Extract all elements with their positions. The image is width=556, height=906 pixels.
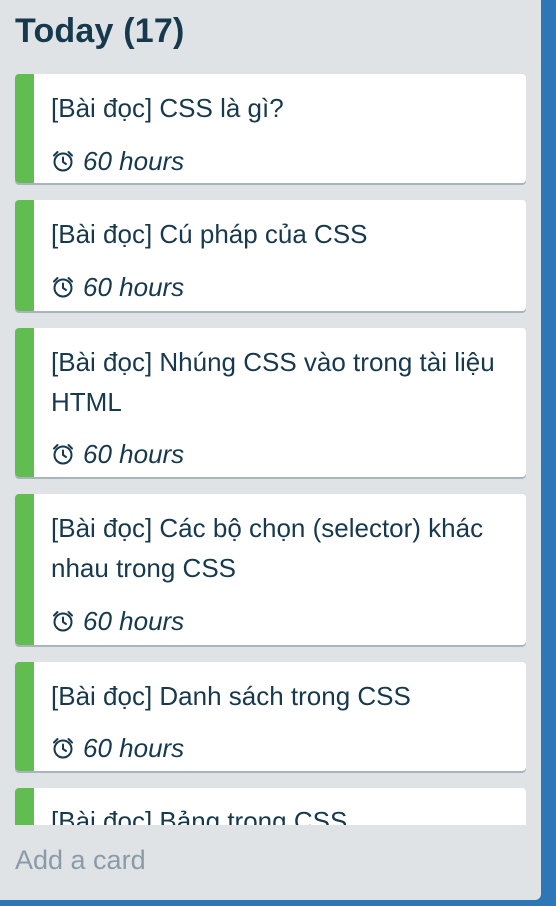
card-title: [Bài đọc] Bảng trong CSS [51, 806, 348, 825]
alarm-clock-icon [53, 277, 73, 298]
due-badge-text: 60 hours [83, 145, 185, 176]
alarm-clock-icon [53, 738, 73, 759]
due-badge-text: 60 hours [83, 732, 185, 763]
due-badge-text: 60 hours [83, 438, 185, 469]
card-label-green [15, 494, 34, 645]
board-background [541, 0, 556, 906]
card-title: [Bài đọc] Danh sách trong CSS [51, 681, 411, 711]
card-label-green [15, 74, 34, 183]
card-title: [Bài đọc] CSS là gì? [51, 93, 284, 123]
alarm-clock-icon [53, 611, 73, 632]
alarm-clock-icon [53, 151, 73, 172]
add-card-button[interactable]: Add a card [15, 845, 146, 876]
card-container[interactable]: [Bài đọc] CSS là gì? 60 hours [Bài đọc] … [15, 74, 526, 825]
card-title: [Bài đọc] Cú pháp của CSS [51, 219, 368, 249]
card-list-today: Today (17) [Bài đọc] CSS là gì? 60 hours… [0, 0, 541, 900]
due-badge: 60 hours [51, 732, 184, 764]
card-label-green [15, 788, 34, 825]
due-badge-text: 60 hours [83, 605, 185, 636]
card-title: [Bài đọc] Các bộ chọn (selector) khác nh… [51, 513, 484, 583]
due-badge: 60 hours [51, 271, 184, 303]
card-title: [Bài đọc] Nhúng CSS vào trong tài liệu H… [51, 347, 495, 417]
card-item[interactable]: [Bài đọc] Danh sách trong CSS 60 hours [15, 662, 526, 771]
card-label-green [15, 662, 34, 771]
card-item[interactable]: [Bài đọc] Nhúng CSS vào trong tài liệu H… [15, 328, 526, 477]
due-badge-text: 60 hours [83, 271, 185, 302]
due-badge: 60 hours [51, 145, 184, 177]
card-item[interactable]: [Bài đọc] Các bộ chọn (selector) khác nh… [15, 494, 526, 645]
card-item[interactable]: [Bài đọc] Bảng trong CSS [15, 788, 526, 825]
card-item[interactable]: [Bài đọc] Cú pháp của CSS 60 hours [15, 200, 526, 311]
card-label-green [15, 200, 34, 311]
due-badge: 60 hours [51, 438, 184, 470]
alarm-clock-icon [53, 444, 73, 465]
list-title[interactable]: Today (17) [15, 12, 185, 51]
card-item[interactable]: [Bài đọc] CSS là gì? 60 hours [15, 74, 526, 183]
due-badge: 60 hours [51, 605, 184, 637]
card-label-green [15, 328, 34, 477]
